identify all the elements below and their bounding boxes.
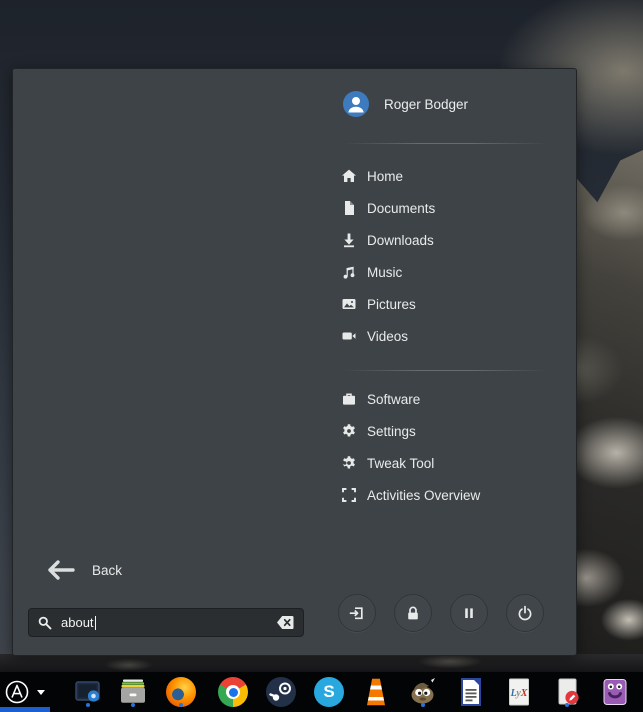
menu-item-label: Home bbox=[367, 169, 403, 184]
search-icon bbox=[37, 615, 53, 631]
tweak-tool-icon bbox=[341, 455, 357, 471]
applications-menu-button[interactable] bbox=[4, 676, 58, 708]
menu-item-label: Documents bbox=[367, 201, 435, 216]
taskbar-item-libreoffice-writer[interactable] bbox=[454, 676, 488, 708]
menu-item-settings[interactable]: Settings bbox=[341, 417, 416, 445]
vlc-icon bbox=[361, 677, 391, 707]
menu-item-label: Downloads bbox=[367, 233, 434, 248]
running-dot bbox=[86, 703, 90, 707]
taskbar-item-characters[interactable] bbox=[598, 676, 632, 708]
downloads-icon bbox=[341, 232, 357, 248]
software-icon bbox=[341, 391, 357, 407]
pictures-icon bbox=[341, 296, 357, 312]
menu-item-software[interactable]: Software bbox=[341, 385, 420, 413]
menu-item-music[interactable]: Music bbox=[341, 258, 402, 286]
search-value: about bbox=[61, 615, 276, 630]
logout-icon bbox=[348, 604, 366, 622]
menu-item-documents[interactable]: Documents bbox=[341, 194, 435, 222]
menu-item-label: Music bbox=[367, 265, 402, 280]
clear-search-button[interactable] bbox=[276, 615, 295, 630]
taskbar-item-gimp[interactable] bbox=[406, 676, 440, 708]
chrome-icon bbox=[218, 677, 248, 707]
svg-text:LyX: LyX bbox=[510, 688, 528, 699]
user-avatar bbox=[343, 91, 369, 117]
running-dot bbox=[179, 703, 183, 707]
videos-icon bbox=[341, 328, 357, 344]
documents-icon bbox=[341, 200, 357, 216]
libreoffice-writer-icon bbox=[455, 676, 487, 708]
active-indicator bbox=[0, 707, 50, 712]
steam-icon bbox=[266, 677, 296, 707]
power-button[interactable] bbox=[506, 594, 544, 632]
lock-icon bbox=[404, 604, 422, 622]
taskbar-item-screenshot-tool[interactable] bbox=[71, 676, 105, 708]
app-menu-panel: Roger Bodger Home Documents Downloads bbox=[12, 68, 577, 656]
menu-item-label: Settings bbox=[367, 424, 416, 439]
menu-item-label: Tweak Tool bbox=[367, 456, 434, 471]
taskbar-item-text-editor[interactable] bbox=[550, 676, 584, 708]
clear-icon bbox=[276, 615, 295, 630]
desktop: Roger Bodger Home Documents Downloads bbox=[0, 0, 643, 712]
logout-button[interactable] bbox=[338, 594, 376, 632]
music-icon bbox=[341, 264, 357, 280]
user-name: Roger Bodger bbox=[384, 97, 468, 112]
taskbar-item-lyx[interactable]: LyX bbox=[502, 676, 536, 708]
home-icon bbox=[341, 168, 357, 184]
lyx-icon: LyX bbox=[503, 676, 535, 708]
skype-letter: S bbox=[323, 682, 334, 702]
wallpaper-rocks bbox=[0, 654, 643, 672]
taskbar-item-chrome[interactable] bbox=[216, 676, 250, 708]
menu-item-label: Activities Overview bbox=[367, 488, 480, 503]
taskbar-item-files[interactable] bbox=[116, 676, 150, 708]
text-cursor bbox=[95, 616, 97, 630]
menu-item-label: Videos bbox=[367, 329, 408, 344]
taskbar: S bbox=[0, 672, 643, 712]
search-value-text: about bbox=[61, 615, 94, 630]
taskbar-item-vlc[interactable] bbox=[359, 676, 393, 708]
taskbar-item-skype[interactable]: S bbox=[312, 676, 346, 708]
menu-item-videos[interactable]: Videos bbox=[341, 322, 408, 350]
back-arrow-icon bbox=[46, 558, 76, 582]
separator bbox=[343, 370, 548, 371]
menu-item-tweak-tool[interactable]: Tweak Tool bbox=[341, 449, 434, 477]
back-label: Back bbox=[92, 563, 122, 578]
back-button[interactable]: Back bbox=[46, 556, 122, 584]
separator bbox=[343, 143, 548, 144]
suspend-button[interactable] bbox=[450, 594, 488, 632]
lyx-letter-x: X bbox=[520, 688, 528, 699]
running-dot bbox=[131, 703, 135, 707]
menu-item-pictures[interactable]: Pictures bbox=[341, 290, 416, 318]
pause-icon bbox=[460, 604, 478, 622]
running-dot bbox=[565, 703, 569, 707]
user-account-item[interactable]: Roger Bodger bbox=[343, 90, 468, 118]
taskbar-item-steam[interactable] bbox=[264, 676, 298, 708]
menu-item-downloads[interactable]: Downloads bbox=[341, 226, 434, 254]
power-icon bbox=[516, 604, 534, 622]
skype-icon: S bbox=[314, 677, 344, 707]
chevron-down-icon bbox=[37, 690, 45, 695]
lock-button[interactable] bbox=[394, 594, 432, 632]
menu-item-activities-overview[interactable]: Activities Overview bbox=[341, 481, 480, 509]
arc-menu-icon bbox=[4, 679, 30, 705]
characters-icon bbox=[599, 676, 631, 708]
person-icon bbox=[343, 91, 369, 117]
menu-item-label: Pictures bbox=[367, 297, 416, 312]
activities-overview-icon bbox=[341, 487, 357, 503]
menu-item-label: Software bbox=[367, 392, 420, 407]
search-input[interactable]: about bbox=[28, 608, 304, 637]
running-dot bbox=[421, 703, 425, 707]
settings-icon bbox=[341, 423, 357, 439]
taskbar-item-firefox[interactable] bbox=[164, 676, 198, 708]
menu-item-home[interactable]: Home bbox=[341, 162, 403, 190]
